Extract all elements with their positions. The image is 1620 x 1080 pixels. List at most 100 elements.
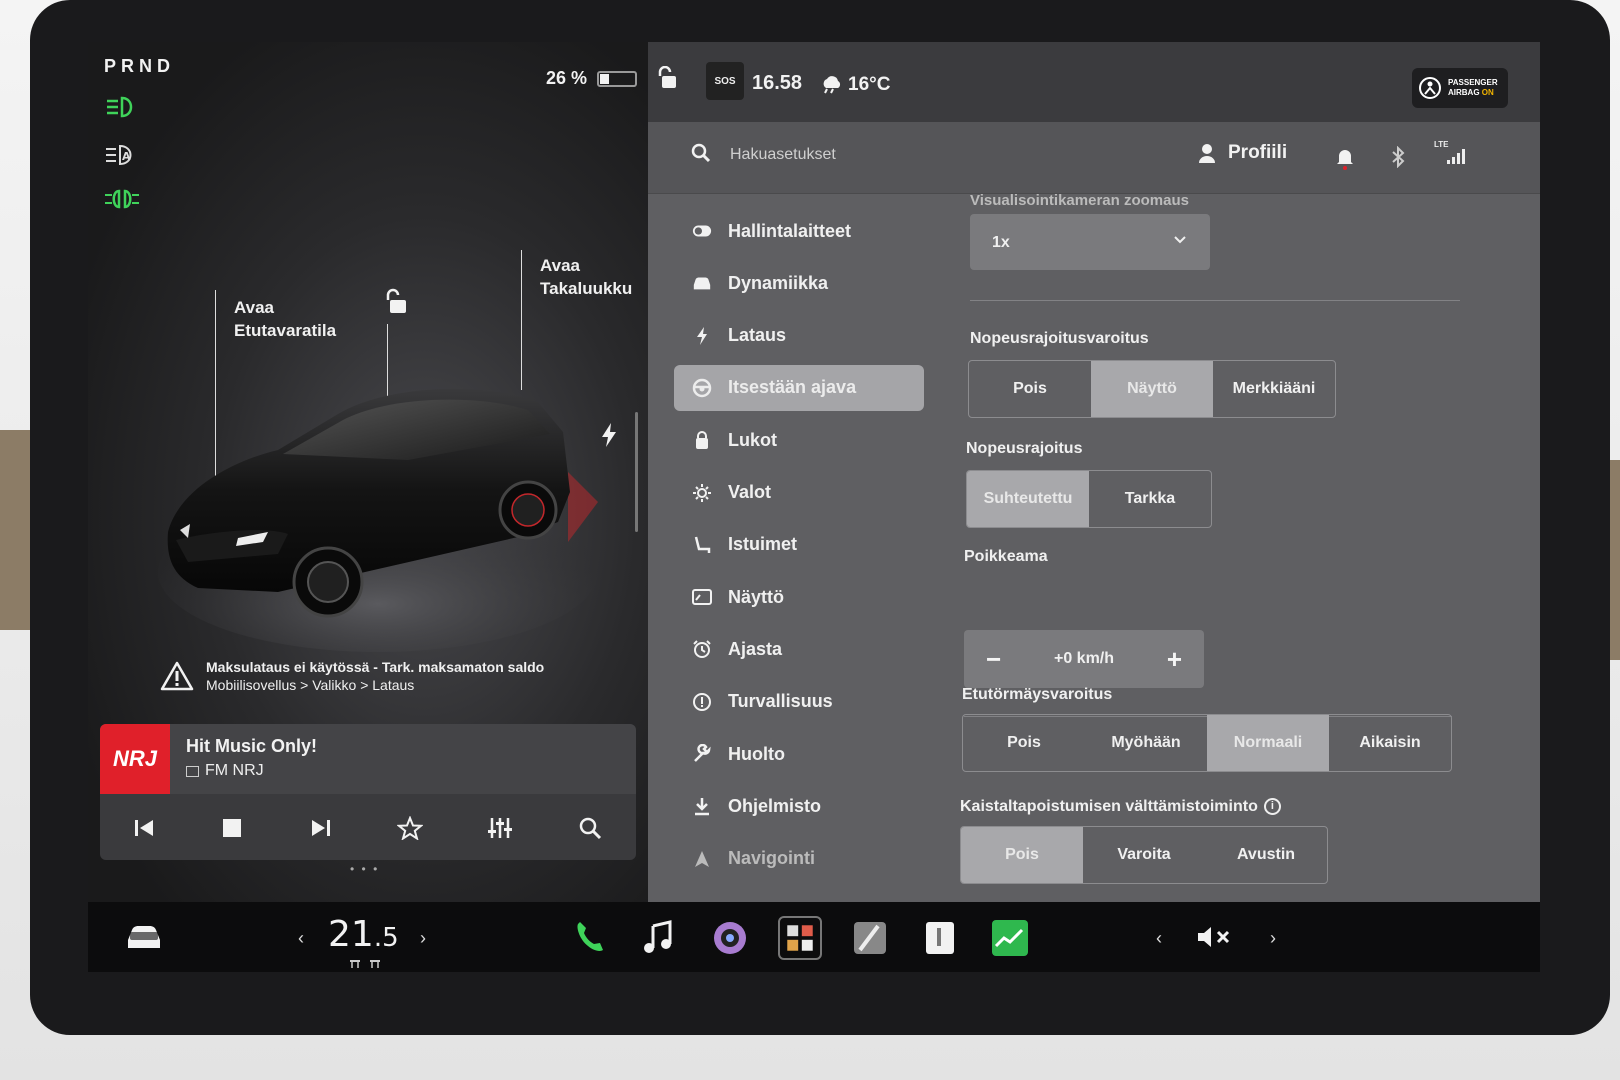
previous-icon[interactable]	[132, 817, 156, 839]
profile-button[interactable]: Profiili	[1198, 142, 1287, 164]
signal-icon	[1447, 149, 1465, 164]
offset-value: +0 km/h	[1053, 650, 1115, 667]
nav-item-10[interactable]: Huolto	[674, 731, 924, 777]
profile-icon	[1199, 144, 1215, 163]
media-player: NRJ Hit Music Only! FM NRJ	[100, 724, 636, 860]
nav-item-5[interactable]: Valot	[674, 470, 924, 516]
media-now-playing[interactable]: NRJ Hit Music Only! FM NRJ	[100, 724, 636, 794]
next-icon[interactable]	[309, 817, 333, 839]
car-view-scrollbar[interactable]	[635, 412, 638, 532]
camera-icon[interactable]	[708, 916, 752, 960]
speed-warning-title: Nopeusrajoitusvaroitus	[970, 330, 1149, 347]
notification-bell-icon[interactable]	[1336, 146, 1354, 170]
nav-item-4[interactable]: Lukot	[674, 417, 924, 463]
open-rear-trunk-button[interactable]: Avaa Takaluukku	[540, 254, 632, 300]
bolt-icon	[692, 326, 712, 346]
nav-item-0[interactable]: Hallintalaitteet	[674, 208, 924, 254]
charge-port-icon[interactable]	[600, 422, 618, 448]
collision-option[interactable]: Myöhään	[1085, 715, 1207, 771]
car-panel: PRND 26 % A Avaa Etutavaratila Avaa Taka…	[88, 42, 648, 902]
favorite-star-icon[interactable]	[397, 816, 424, 840]
settings-nav: Hallintalaitteet Dynamiikka Lataus Itsestää…	[648, 194, 948, 902]
volume-mute-icon[interactable]	[1196, 924, 1234, 950]
airbag-state: ON	[1481, 88, 1494, 97]
radio-icon	[186, 765, 199, 777]
lock-icon	[692, 430, 712, 450]
offset-stepper: − +0 km/h +	[964, 630, 1204, 688]
energy-graph-icon[interactable]	[988, 916, 1032, 960]
page-dots: • • •	[350, 862, 380, 876]
speed-limit-option[interactable]: Suhteutettu	[967, 471, 1089, 527]
info-icon[interactable]: i	[1263, 798, 1281, 816]
settings-search-icon[interactable]	[690, 142, 712, 164]
temp-up-arrow[interactable]: ›	[420, 928, 426, 949]
lane-option[interactable]: Pois	[961, 827, 1083, 883]
settings-search-input[interactable]: Hakuasetukset	[730, 146, 836, 164]
sos-button[interactable]: SOS	[706, 62, 744, 100]
app-dock	[568, 916, 1032, 960]
phone-icon[interactable]	[568, 916, 612, 960]
toggle-icon	[692, 221, 712, 241]
collision-option[interactable]: Pois	[963, 715, 1085, 771]
stop-icon[interactable]	[220, 817, 244, 839]
lane-option[interactable]: Avustin	[1205, 827, 1327, 883]
nav-item-label: Valot	[728, 482, 772, 502]
low-beam-icon	[107, 96, 133, 118]
search-icon[interactable]	[578, 816, 604, 840]
manual-icon[interactable]	[918, 916, 962, 960]
speed-limit-option[interactable]: Tarkka	[1089, 471, 1211, 527]
speed-limit-segmented: Suhteutettu Tarkka	[966, 470, 1212, 528]
open-front-trunk-label-2: Etutavaratila	[234, 321, 337, 340]
collision-warning-title: Etutörmäysvaroitus	[962, 686, 1113, 703]
nav-item-label: Hallintalaitteet	[728, 220, 852, 241]
volume-down-arrow[interactable]: ‹	[1156, 928, 1162, 949]
autopilot-settings: Visualisointikameran zoomaus 1x Nopeusra…	[958, 192, 1538, 902]
cabin-temperature[interactable]: 21.5	[328, 914, 399, 955]
nav-item-8[interactable]: Ajasta	[674, 626, 924, 672]
temp-down-arrow[interactable]: ‹	[298, 928, 304, 949]
charging-alert[interactable]: Maksulataus ei käytössä - Tark. maksamat…	[160, 646, 580, 706]
nav-item-12[interactable]: Navigointi	[674, 836, 924, 882]
music-icon[interactable]	[638, 916, 682, 960]
bluetooth-icon[interactable]	[1390, 146, 1406, 168]
camera-zoom-select[interactable]: 1x	[970, 214, 1210, 270]
airbag-label-1: PASSENGER	[1448, 78, 1498, 87]
passenger-airbag-indicator: PASSENGER AIRBAG ON	[1412, 68, 1508, 108]
clock: 16.58	[752, 72, 803, 94]
open-front-trunk-label-1: Avaa	[234, 298, 275, 317]
toybox-icon[interactable]	[778, 916, 822, 960]
nav-item-label: Huolto	[728, 743, 785, 764]
nav-item-label: Näyttö	[728, 586, 785, 607]
nav-item-11[interactable]: Ohjelmisto	[674, 783, 924, 829]
equalizer-icon[interactable]	[487, 816, 513, 840]
nav-item-9[interactable]: Turvallisuus	[674, 679, 924, 725]
collision-option[interactable]: Normaali	[1207, 715, 1329, 771]
unlock-icon[interactable]	[384, 288, 410, 316]
nav-item-6[interactable]: Istuimet	[674, 522, 924, 568]
minus-button[interactable]: −	[986, 644, 1001, 675]
nav-item-2[interactable]: Lataus	[674, 313, 924, 359]
collision-option[interactable]: Aikaisin	[1329, 715, 1451, 771]
alarm-icon	[692, 639, 712, 659]
car-controls-icon[interactable]	[124, 922, 164, 952]
seat-icon	[692, 535, 712, 555]
lane-option[interactable]: Varoita	[1083, 827, 1205, 883]
nav-item-7[interactable]: Näyttö	[674, 574, 924, 620]
weather-icon	[823, 76, 841, 94]
nav-item-3[interactable]: Itsestään ajava	[674, 364, 924, 411]
nav-item-label: Navigointi	[728, 848, 816, 869]
speed-warning-option[interactable]: Näyttö	[1091, 361, 1213, 417]
open-front-trunk-button[interactable]: Avaa Etutavaratila	[234, 296, 336, 342]
speed-warning-option[interactable]: Merkkiääni	[1213, 361, 1335, 417]
dashcam-viewer-icon[interactable]	[848, 916, 892, 960]
door-unlock-icon[interactable]	[658, 66, 680, 90]
temp-integer: 21	[328, 914, 374, 955]
nav-item-1[interactable]: Dynamiikka	[674, 260, 924, 306]
plus-button[interactable]: +	[1167, 644, 1182, 675]
speed-warning-option[interactable]: Pois	[969, 361, 1091, 417]
volume-up-arrow[interactable]: ›	[1270, 928, 1276, 949]
alert-subtitle: Mobiilisovellus > Valikko > Lataus	[206, 677, 415, 693]
battery-fill	[600, 73, 610, 84]
profile-label: Profiili	[1228, 142, 1288, 163]
seat-heater-icon[interactable]	[348, 958, 382, 970]
